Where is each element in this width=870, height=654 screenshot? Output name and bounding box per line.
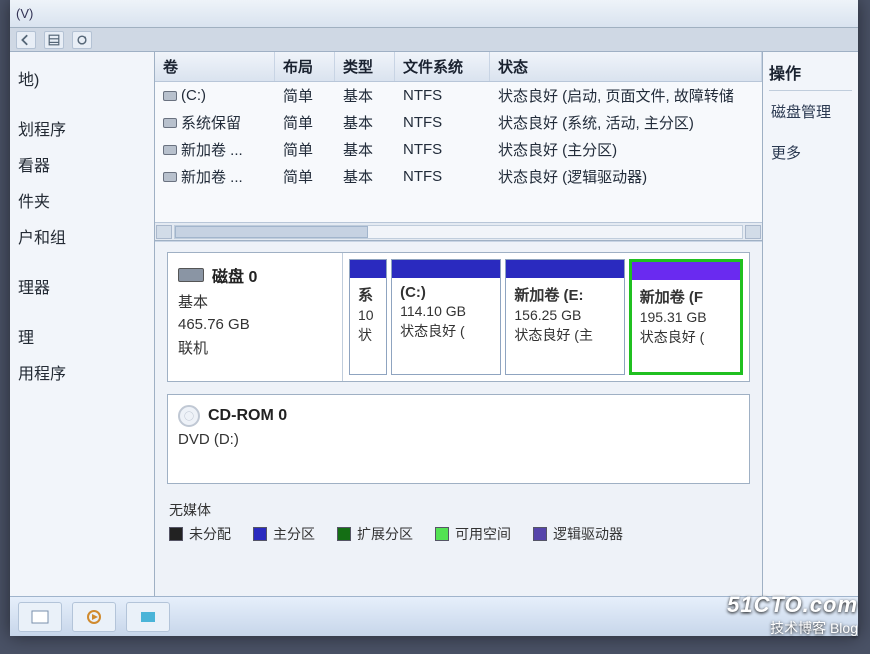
col-filesystem[interactable]: 文件系统: [395, 52, 490, 81]
swatch-free: [435, 527, 449, 541]
list-view-button[interactable]: [44, 31, 64, 49]
taskbar-button-1[interactable]: [18, 602, 62, 632]
actions-title: 操作: [769, 60, 852, 91]
cdrom-block: CD-ROM 0 DVD (D:): [167, 394, 750, 484]
volume-icon: [163, 91, 177, 101]
disk-0-info[interactable]: 磁盘 0 基本 465.76 GB 联机: [168, 253, 343, 381]
refresh-button[interactable]: [72, 31, 92, 49]
swatch-unallocated: [169, 527, 183, 541]
sidebar-item[interactable]: 地): [16, 60, 148, 96]
scroll-left-arrow[interactable]: [156, 225, 172, 239]
sidebar-item[interactable]: 理器: [16, 268, 148, 304]
nav-tree: 地) 划程序 看器 件夹 户和组 理器 理 用程序: [10, 52, 155, 596]
sidebar-item[interactable]: 划程序: [16, 110, 148, 146]
graphical-view: 磁盘 0 基本 465.76 GB 联机 系10状(C:)114.10 GB状态…: [155, 241, 762, 596]
scroll-thumb[interactable]: [175, 226, 368, 238]
partition-stripe: [392, 260, 500, 278]
partition-C[interactable]: (C:)114.10 GB状态良好 (: [391, 259, 501, 375]
actions-pane: 操作 磁盘管理 更多: [763, 52, 858, 596]
table-row[interactable]: 系统保留简单基本NTFS状态良好 (系统, 活动, 主分区): [155, 109, 762, 136]
partition-stripe: [350, 260, 386, 278]
disk-icon: [178, 268, 204, 282]
partition-E[interactable]: 新加卷 (E:156.25 GB状态良好 (主: [505, 259, 624, 375]
swatch-logical: [533, 527, 547, 541]
sidebar-item[interactable]: 户和组: [16, 218, 148, 254]
col-volume[interactable]: 卷: [155, 52, 275, 81]
horizontal-scrollbar[interactable]: [155, 222, 762, 240]
partition-[interactable]: 系10状: [349, 259, 387, 375]
volume-icon: [163, 172, 177, 182]
table-row[interactable]: 新加卷 ...简单基本NTFS状态良好 (主分区): [155, 136, 762, 163]
cdrom-info[interactable]: CD-ROM 0 DVD (D:): [168, 395, 749, 483]
disk-management-window: (V) 地) 划程序 看器 件夹 户和组 理器: [10, 0, 858, 636]
legend: 无媒体: [167, 496, 750, 520]
scroll-right-arrow[interactable]: [745, 225, 761, 239]
volume-icon: [163, 145, 177, 155]
sidebar-item[interactable]: 件夹: [16, 182, 148, 218]
volume-icon: [163, 118, 177, 128]
taskbar-button-3[interactable]: [126, 602, 170, 632]
scroll-track[interactable]: [174, 225, 743, 239]
col-layout[interactable]: 布局: [275, 52, 335, 81]
swatch-extended: [337, 527, 351, 541]
cd-icon: [178, 405, 200, 427]
actions-more[interactable]: 更多: [769, 132, 852, 173]
taskbar-button-2[interactable]: [72, 602, 116, 632]
partition-stripe: [632, 262, 740, 280]
swatch-primary: [253, 527, 267, 541]
sidebar-item[interactable]: 用程序: [16, 354, 148, 390]
volume-table: 卷 布局 类型 文件系统 状态 (C:)简单基本NTFS状态良好 (启动, 页面…: [155, 52, 762, 241]
icon-toolbar: [10, 28, 858, 52]
col-type[interactable]: 类型: [335, 52, 395, 81]
sidebar-item[interactable]: 理: [16, 318, 148, 354]
taskbar: [10, 596, 858, 636]
sidebar-item[interactable]: 看器: [16, 146, 148, 182]
table-row[interactable]: 新加卷 ...简单基本NTFS状态良好 (逻辑驱动器): [155, 163, 762, 190]
table-body: (C:)简单基本NTFS状态良好 (启动, 页面文件, 故障转储系统保留简单基本…: [155, 82, 762, 222]
table-row[interactable]: (C:)简单基本NTFS状态良好 (启动, 页面文件, 故障转储: [155, 82, 762, 109]
actions-disk-mgmt[interactable]: 磁盘管理: [769, 91, 852, 132]
no-media-label: 无媒体: [169, 500, 211, 520]
col-status[interactable]: 状态: [490, 52, 762, 81]
partition-stripe: [506, 260, 623, 278]
partition-F[interactable]: 新加卷 (F195.31 GB状态良好 (: [629, 259, 743, 375]
menu-bar: (V): [10, 0, 858, 28]
disk-0-block: 磁盘 0 基本 465.76 GB 联机 系10状(C:)114.10 GB状态…: [167, 252, 750, 382]
menu-view[interactable]: (V): [16, 6, 33, 21]
table-header: 卷 布局 类型 文件系统 状态: [155, 52, 762, 82]
legend-row: 未分配 主分区 扩展分区 可用空间 逻辑驱动器: [167, 520, 750, 544]
back-button[interactable]: [16, 31, 36, 49]
